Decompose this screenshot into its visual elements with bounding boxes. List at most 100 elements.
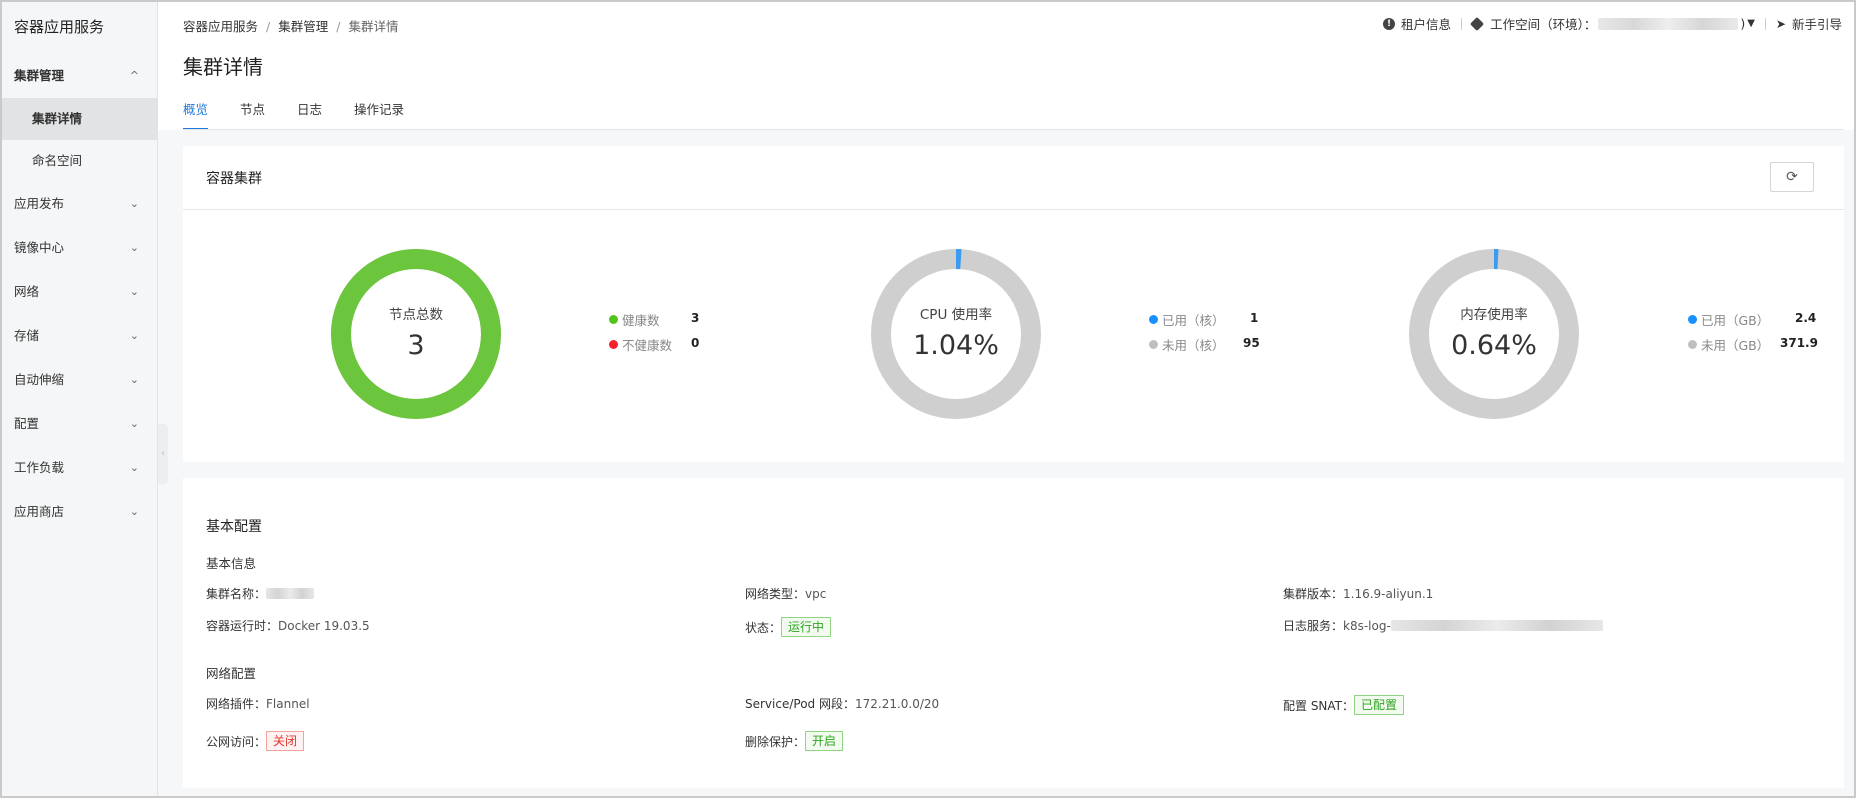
- chevron-up-icon: ^: [129, 69, 139, 82]
- donut-value: 1.04%: [913, 330, 999, 361]
- runtime-field: 容器运行时： Docker 19.03.5: [206, 618, 370, 634]
- gray-dot-icon: [1149, 340, 1158, 349]
- chevron-down-icon: ⌄: [129, 461, 139, 474]
- sidebar-collapse-handle[interactable]: ‹: [158, 424, 168, 484]
- sidebar-item-cluster-management[interactable]: 集群管理 ^: [2, 54, 157, 98]
- legend-item-used: 已用（GB）: [1688, 307, 1769, 332]
- nodes-donut: 节点总数 3: [330, 248, 502, 420]
- sidebar-item-storage[interactable]: 存储 ⌄: [2, 314, 157, 358]
- blue-dot-icon: [1688, 315, 1697, 324]
- breadcrumb-item-container-service[interactable]: 容器应用服务: [183, 19, 258, 34]
- beginner-guide-link[interactable]: ➤ 新手引导: [1776, 14, 1842, 33]
- delete-protect-field: 删除保护： 开启: [745, 731, 844, 751]
- log-service-redacted: [1390, 620, 1603, 631]
- sidebar-item-label: 集群管理: [14, 68, 65, 83]
- sidebar-item-label: 配置: [14, 416, 40, 431]
- sidebar-item-autoscaling[interactable]: 自动伸缩 ⌄: [2, 358, 157, 402]
- cidr-field: Service/Pod 网段： 172.21.0.0/20: [745, 696, 940, 712]
- chevron-down-icon: ⌄: [129, 197, 139, 210]
- sidebar-item-label: 应用发布: [14, 196, 65, 211]
- tab-operation-records[interactable]: 操作记录: [354, 100, 404, 130]
- gray-dot-icon: [1688, 340, 1697, 349]
- cpu-legend: 已用（核） 未用（核）: [1149, 307, 1225, 357]
- network-plugin-field: 网络插件： Flannel: [206, 696, 310, 712]
- breadcrumb-item-cluster-management[interactable]: 集群管理: [278, 19, 328, 34]
- tenant-info-link[interactable]: ! 租户信息: [1383, 14, 1451, 33]
- green-dot-icon: [609, 315, 618, 324]
- workspace-label: 工作空间（环境）：: [1490, 17, 1597, 32]
- donut-label: 节点总数: [389, 307, 443, 323]
- sidebar-item-label: 镜像中心: [14, 240, 65, 255]
- cluster-name-field: 集群名称：: [206, 585, 315, 602]
- memory-unused-value: 371.9: [1780, 336, 1818, 350]
- chevron-down-icon: ⌄: [129, 329, 139, 342]
- tab-nodes[interactable]: 节点: [240, 100, 265, 130]
- sidebar-item-label: 应用商店: [14, 504, 65, 519]
- donut-label: CPU 使用率: [919, 307, 993, 323]
- chevron-down-icon: ⌄: [129, 373, 139, 386]
- snat-field: 配置 SNAT： 已配置: [1283, 695, 1405, 715]
- cpu-used-value: 1: [1250, 311, 1259, 325]
- legend-item-unused: 未用（核）: [1149, 332, 1225, 357]
- basic-config-card: 基本配置 基本信息 集群名称： 网络类型： vpc 集群版本： 1.16.9-ali…: [183, 478, 1844, 788]
- memory-legend: 已用（GB） 未用（GB）: [1688, 307, 1769, 357]
- healthy-count: 3: [691, 311, 700, 325]
- chevron-down-icon: ⌄: [129, 505, 139, 518]
- sidebar-item-label: 工作负载: [14, 460, 65, 475]
- red-dot-icon: [609, 340, 618, 349]
- paper-plane-icon: ➤: [1775, 16, 1786, 31]
- chevron-down-icon: ⌄: [129, 241, 139, 254]
- snat-badge: 已配置: [1354, 695, 1405, 715]
- donut-value: 0.64%: [1451, 330, 1537, 361]
- top-right-bar: ! 租户信息 工作空间（环境）： ) ▼ ➤ 新手引导: [1383, 14, 1842, 33]
- memory-donut: 内存使用率 0.64%: [1408, 248, 1580, 420]
- sidebar-item-network[interactable]: 网络 ⌄: [2, 270, 157, 314]
- network-config-title: 网络配置: [206, 666, 257, 681]
- page-title: 集群详情: [183, 55, 263, 79]
- workspace-suffix: ): [1740, 16, 1746, 31]
- workspace-icon: [1469, 16, 1485, 31]
- breadcrumb-item-current: 集群详情: [348, 19, 399, 34]
- blue-dot-icon: [1149, 315, 1158, 324]
- cluster-version-field: 集群版本： 1.16.9-aliyun.1: [1283, 586, 1434, 602]
- card-divider: [183, 209, 1844, 210]
- workspace-selector[interactable]: 工作空间（环境）： ) ▼: [1469, 14, 1755, 33]
- legend-item-healthy: 健康数: [609, 307, 672, 332]
- info-icon: !: [1383, 17, 1396, 30]
- sidebar-item-config[interactable]: 配置 ⌄: [2, 402, 157, 446]
- cpu-unused-value: 95: [1243, 336, 1260, 350]
- refresh-icon: ⟳: [1786, 169, 1798, 185]
- refresh-button[interactable]: ⟳: [1770, 162, 1814, 192]
- tab-bar: 概览 节点 日志 操作记录: [183, 100, 436, 130]
- tab-logs[interactable]: 日志: [297, 100, 322, 130]
- guide-label: 新手引导: [1791, 17, 1842, 32]
- card-title: 容器集群: [206, 171, 262, 187]
- legend-item-unused: 未用（GB）: [1688, 332, 1769, 357]
- chevron-down-icon: ⌄: [129, 285, 139, 298]
- legend-item-unhealthy: 不健康数: [609, 332, 672, 357]
- donut-label: 内存使用率: [1460, 307, 1528, 323]
- network-type-field: 网络类型： vpc: [745, 586, 827, 602]
- sidebar-item-app-store[interactable]: 应用商店 ⌄: [2, 490, 157, 534]
- sidebar-item-workload[interactable]: 工作负载 ⌄: [2, 446, 157, 490]
- status-badge: 运行中: [781, 617, 832, 637]
- workspace-name-redacted: [1598, 17, 1739, 30]
- donut-value: 3: [407, 330, 425, 361]
- cluster-overview-card: 容器集群 ⟳ 节点总数 3 健康数 不健康数 3 0 CPU 使用率 1.04%…: [183, 146, 1844, 462]
- sidebar-item-app-release[interactable]: 应用发布 ⌄: [2, 182, 157, 226]
- cluster-name-redacted: [266, 588, 315, 599]
- sidebar-item-namespace[interactable]: 命名空间: [2, 140, 157, 182]
- log-service-field: 日志服务： k8s-log-: [1283, 617, 1603, 634]
- tenant-info-label: 租户信息: [1401, 17, 1452, 32]
- memory-used-value: 2.4: [1795, 311, 1817, 325]
- app-title: 容器应用服务: [14, 18, 105, 36]
- tab-overview[interactable]: 概览: [183, 100, 209, 130]
- caret-down-icon: ▼: [1747, 18, 1755, 29]
- chevron-down-icon: ⌄: [129, 417, 139, 430]
- tabs-divider: [183, 129, 1844, 130]
- sidebar-item-label: 网络: [14, 284, 40, 299]
- sidebar-item-cluster-detail[interactable]: 集群详情: [2, 98, 157, 140]
- sidebar-item-label: 自动伸缩: [14, 372, 65, 387]
- delete-protect-badge: 开启: [805, 731, 844, 751]
- sidebar-item-image-center[interactable]: 镜像中心 ⌄: [2, 226, 157, 270]
